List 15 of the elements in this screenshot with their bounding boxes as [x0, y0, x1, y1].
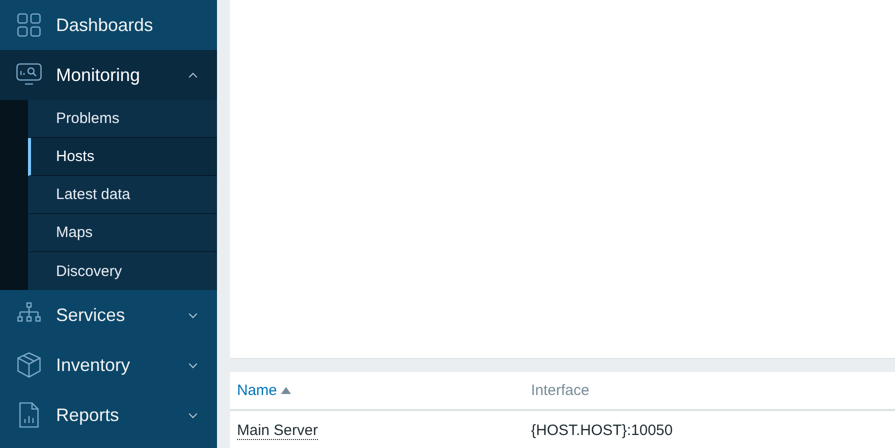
table-cell: {HOST.HOST}:10050: [531, 422, 673, 439]
sort-arrow-icon: [281, 387, 292, 394]
column-header[interactable]: Name: [237, 382, 278, 399]
menu-item[interactable]: Reports: [0, 390, 217, 440]
grid-icon: [16, 12, 42, 38]
submenu-item[interactable]: Hosts: [28, 138, 217, 176]
menu-item[interactable]: Monitoring: [0, 50, 217, 100]
box-icon: [16, 352, 42, 378]
menu-item[interactable]: Dashboards: [0, 0, 217, 50]
menu-item[interactable]: Services: [0, 290, 217, 340]
table-cell[interactable]: Main Server: [237, 422, 318, 440]
submenu-item[interactable]: Latest data: [28, 176, 217, 214]
submenu-item[interactable]: Maps: [28, 214, 217, 252]
submenu-item[interactable]: Discovery: [28, 252, 217, 290]
menu-item[interactable]: Inventory: [0, 340, 217, 390]
